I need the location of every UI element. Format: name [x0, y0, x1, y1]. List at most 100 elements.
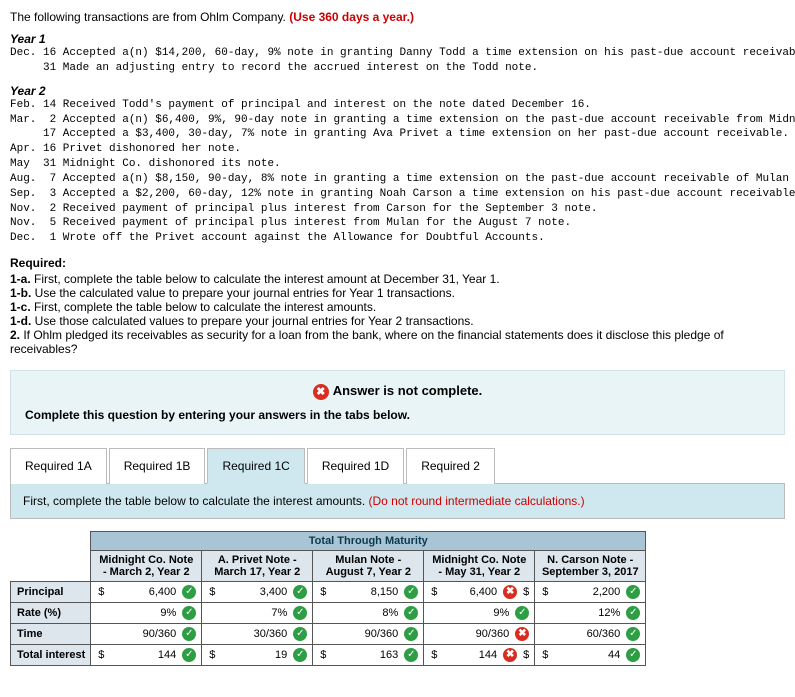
column-header: A. Privet Note - March 17, Year 2 — [202, 550, 313, 581]
data-cell[interactable]: 7%✓ — [202, 602, 313, 623]
currency-symbol: $ — [521, 586, 529, 598]
currency-symbol: $ — [96, 586, 104, 598]
currency-symbol: $ — [540, 586, 548, 598]
data-cell[interactable]: $3,400✓ — [202, 581, 313, 602]
check-icon: ✓ — [182, 627, 196, 641]
data-cell[interactable]: 90/360 ✖ — [424, 623, 535, 644]
currency-symbol: $ — [207, 649, 215, 661]
data-cell[interactable]: 30/360✓ — [202, 623, 313, 644]
row-label: Rate (%) — [11, 602, 91, 623]
cell-value: 60/360 — [540, 628, 622, 640]
currency-symbol: $ — [540, 649, 548, 661]
answer-not-complete-text: Answer is not complete. — [333, 383, 483, 398]
cell-value: 90/360 — [429, 628, 511, 640]
required-item-num: 2. — [10, 328, 20, 342]
tab-instruction-plain: First, complete the table below to calcu… — [23, 494, 369, 508]
data-cell[interactable]: 60/360 ✓ — [535, 623, 646, 644]
cell-value: 2,200 — [552, 586, 622, 598]
check-icon: ✓ — [515, 606, 529, 620]
data-cell[interactable]: $163✓ — [313, 644, 424, 665]
check-icon: ✓ — [182, 648, 196, 662]
cell-value: 90/360 — [96, 628, 178, 640]
cell-value: 12% — [540, 607, 622, 619]
cell-value: 30/360 — [207, 628, 289, 640]
year1-transactions: Dec. 16 Accepted a(n) $14,200, 60-day, 9… — [10, 46, 785, 76]
cell-value: 44 — [552, 649, 622, 661]
data-cell[interactable]: $6,400✖$ — [424, 581, 535, 602]
data-cell[interactable]: $2,200 ✓ — [535, 581, 646, 602]
check-icon: ✓ — [293, 585, 307, 599]
currency-symbol: $ — [429, 586, 437, 598]
intro-red: (Use 360 days a year.) — [289, 10, 414, 24]
data-cell[interactable]: $144 ✓ — [91, 644, 202, 665]
data-cell[interactable]: 90/360 ✓ — [91, 623, 202, 644]
row-label: Principal — [11, 581, 91, 602]
currency-symbol: $ — [429, 649, 437, 661]
required-item-text: First, complete the table below to calcu… — [31, 272, 500, 286]
row-label: Total interest — [11, 644, 91, 665]
tab-required-1c[interactable]: Required 1C — [207, 448, 304, 484]
tab-required-1b[interactable]: Required 1B — [109, 448, 206, 484]
column-header: N. Carson Note - September 3, 2017 — [535, 550, 646, 581]
check-icon: ✓ — [626, 648, 640, 662]
cell-value: 144 — [108, 649, 178, 661]
data-cell[interactable]: $8,150✓ — [313, 581, 424, 602]
data-cell[interactable]: $44 ✓ — [535, 644, 646, 665]
cell-value: 7% — [207, 607, 289, 619]
required-item-num: 1-a. — [10, 272, 31, 286]
data-cell[interactable]: $6,400 ✓ — [91, 581, 202, 602]
interest-table: Total Through MaturityMidnight Co. Note … — [10, 531, 646, 666]
column-header: Midnight Co. Note - May 31, Year 2 — [424, 550, 535, 581]
year1-header: Year 1 — [10, 32, 785, 46]
check-icon: ✓ — [626, 627, 640, 641]
currency-symbol: $ — [96, 649, 104, 661]
column-header: Midnight Co. Note - March 2, Year 2 — [91, 550, 202, 581]
data-cell[interactable]: $19✓ — [202, 644, 313, 665]
required-item-num: 1-b. — [10, 286, 31, 300]
tab-instruction-red: (Do not round intermediate calculations.… — [369, 494, 585, 508]
check-icon: ✓ — [293, 648, 307, 662]
cell-value: 9% — [429, 607, 511, 619]
table-row: Total interest$144✓$19✓$163✓$144✖$$44✓ — [11, 644, 646, 665]
required-item-text: Use the calculated value to prepare your… — [31, 286, 455, 300]
check-icon: ✓ — [626, 585, 640, 599]
data-cell[interactable]: 90/360✓ — [313, 623, 424, 644]
table-row: Rate (%)9%✓7%✓8%✓9%✓12%✓ — [11, 602, 646, 623]
wrong-icon: ✖ — [515, 627, 529, 641]
cell-value: 163 — [330, 649, 400, 661]
required-item-text: First, complete the table below to calcu… — [31, 300, 377, 314]
cell-value: 6,400 — [441, 586, 499, 598]
required-item: 1-d. Use those calculated values to prep… — [10, 314, 785, 328]
check-icon: ✓ — [404, 648, 418, 662]
data-cell[interactable]: 12% ✓ — [535, 602, 646, 623]
currency-symbol: $ — [207, 586, 215, 598]
cell-value: 9% — [96, 607, 178, 619]
check-icon: ✓ — [404, 585, 418, 599]
required-item: 1-b. Use the calculated value to prepare… — [10, 286, 785, 300]
data-cell[interactable]: 9%✓ — [91, 602, 202, 623]
check-icon: ✓ — [182, 585, 196, 599]
answer-not-complete: ✖ Answer is not complete. — [11, 371, 784, 408]
data-cell[interactable]: 8%✓ — [313, 602, 424, 623]
cell-value: 6,400 — [108, 586, 178, 598]
table-row: Principal$6,400✓$3,400✓$8,150✓$6,400✖$$2… — [11, 581, 646, 602]
year2-transactions: Feb. 14 Received Todd's payment of princ… — [10, 98, 785, 246]
required-item-num: 1-d. — [10, 314, 31, 328]
tab-instruction: First, complete the table below to calcu… — [10, 484, 785, 519]
close-icon: ✖ — [313, 384, 329, 400]
row-label: Time — [11, 623, 91, 644]
intro-text: The following transactions are from Ohlm… — [10, 10, 785, 24]
year2-header: Year 2 — [10, 84, 785, 98]
required-list: 1-a. First, complete the table below to … — [10, 272, 785, 356]
intro-lead: The following transactions are from Ohlm… — [10, 10, 289, 24]
data-cell[interactable]: $144✖$ — [424, 644, 535, 665]
cell-value: 90/360 — [318, 628, 400, 640]
tab-required-1a[interactable]: Required 1A — [10, 448, 107, 484]
tab-required-1d[interactable]: Required 1D — [307, 448, 404, 484]
tabs-bar: Required 1ARequired 1BRequired 1CRequire… — [10, 447, 785, 484]
data-cell[interactable]: 9% ✓ — [424, 602, 535, 623]
check-icon: ✓ — [404, 606, 418, 620]
required-item: 1-c. First, complete the table below to … — [10, 300, 785, 314]
tab-required-2[interactable]: Required 2 — [406, 448, 495, 484]
check-icon: ✓ — [626, 606, 640, 620]
